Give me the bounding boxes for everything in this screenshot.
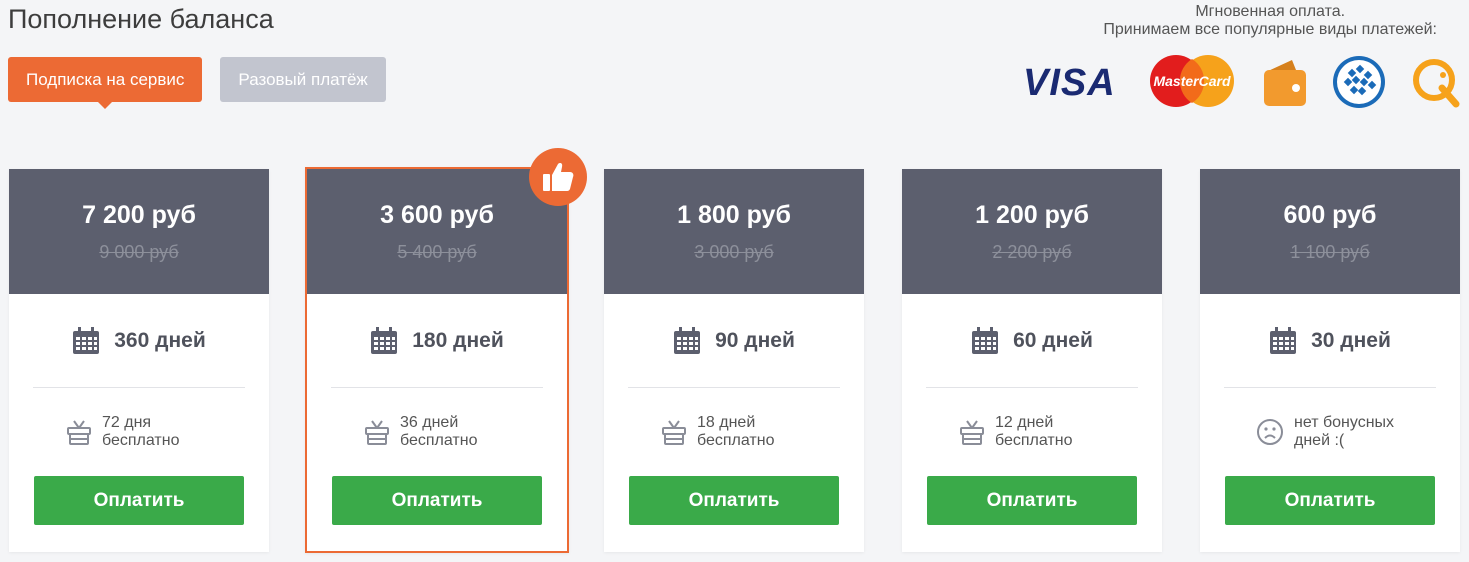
plan-bonus-text: 12 дней бесплатно (995, 414, 1073, 449)
gift-icon (67, 420, 91, 445)
calendar-icon (674, 326, 701, 354)
webmoney-icon (1332, 55, 1386, 109)
plan-price: 600 руб (1283, 201, 1377, 229)
pay-button[interactable]: Оплатить (34, 476, 244, 525)
plan-duration: 30 дней (1224, 294, 1436, 388)
tab-subscription[interactable]: Подписка на сервис (8, 57, 203, 109)
plan-days: 90 дней (715, 328, 795, 352)
plan-price: 1 200 руб (975, 201, 1089, 229)
plan-bonus-text: нет бонусных дней :( (1294, 414, 1395, 449)
plan-bonus-text: 18 дней бесплатно (697, 414, 775, 449)
visa-logo: VISA (1023, 62, 1116, 104)
plan-bonus: нет бонусных дней :( (1200, 388, 1460, 476)
plan-header: 600 руб 1 100 руб (1200, 169, 1460, 294)
plan-old-price: 1 100 руб (1290, 242, 1370, 262)
pay-button[interactable]: Оплатить (332, 476, 542, 525)
payment-info: Мгновенная оплата. Принимаем все популяр… (1103, 3, 1437, 39)
plan-duration: 360 дней (33, 294, 245, 388)
plan-header: 1 200 руб 2 200 руб (902, 169, 1162, 294)
plan-bonus: 12 дней бесплатно (902, 388, 1162, 476)
gift-icon (662, 420, 686, 445)
calendar-icon (972, 326, 999, 354)
thumbs-up-icon (529, 148, 587, 206)
pay-button[interactable]: Оплатить (629, 476, 839, 525)
plan-bonus-text: 36 дней бесплатно (400, 414, 478, 449)
plan-old-price: 2 200 руб (992, 242, 1072, 262)
calendar-icon (73, 326, 100, 354)
gift-icon (960, 420, 984, 445)
plan-duration: 180 дней (331, 294, 543, 388)
plan-days: 60 дней (1013, 328, 1093, 352)
mastercard-logo: MasterCard (1148, 54, 1236, 108)
plan-duration: 60 дней (926, 294, 1138, 388)
plan-old-price: 5 400 руб (397, 242, 477, 262)
plan-bonus: 36 дней бесплатно (307, 388, 567, 476)
payment-logos: VISA MasterCard (1020, 54, 1465, 110)
gift-icon (365, 420, 389, 445)
plan-bonus-text: 72 дня бесплатно (102, 414, 180, 449)
payment-info-line2: Принимаем все популярные виды платежей: (1103, 21, 1437, 38)
pay-button[interactable]: Оплатить (927, 476, 1137, 525)
plan-card: 1 200 руб 2 200 руб 60 дней 12 дней бесп… (902, 169, 1162, 552)
calendar-icon (1270, 326, 1297, 354)
plan-bonus: 18 дней бесплатно (604, 388, 864, 476)
sad-face-icon (1257, 419, 1283, 445)
plan-old-price: 3 000 руб (694, 242, 774, 262)
plan-price: 1 800 руб (677, 201, 791, 229)
mastercard-text: MasterCard (1153, 73, 1230, 89)
page-title: Пополнение баланса (8, 4, 274, 34)
tab-bar: Подписка на сервис Разовый платёж (8, 57, 386, 109)
tab-one-time-payment[interactable]: Разовый платёж (220, 57, 386, 102)
calendar-icon (371, 326, 398, 354)
plan-card: 600 руб 1 100 руб 30 дней нет бонусных д… (1200, 169, 1460, 552)
plan-bonus: 72 дня бесплатно (9, 388, 269, 476)
plan-header: 7 200 руб 9 000 руб (9, 169, 269, 294)
pay-button[interactable]: Оплатить (1225, 476, 1435, 525)
plan-card: 7 200 руб 9 000 руб 360 дней 72 дня бесп… (9, 169, 269, 552)
plan-old-price: 9 000 руб (99, 242, 179, 262)
plan-card: 1 800 руб 3 000 руб 90 дней 18 дней бесп… (604, 169, 864, 552)
plan-header: 1 800 руб 3 000 руб (604, 169, 864, 294)
qiwi-icon (1410, 56, 1462, 108)
wallet-icon (1260, 56, 1310, 108)
plan-duration: 90 дней (628, 294, 840, 388)
plan-card-featured: 3 600 руб 5 400 руб 180 дней 36 дней бес… (305, 167, 569, 553)
plan-price: 3 600 руб (380, 201, 494, 229)
plan-days: 360 дней (114, 328, 206, 352)
plan-header: 3 600 руб 5 400 руб (307, 169, 567, 294)
payment-info-line1: Мгновенная оплата. (1195, 3, 1346, 20)
plan-days: 30 дней (1311, 328, 1391, 352)
plan-days: 180 дней (412, 328, 504, 352)
plan-price: 7 200 руб (82, 201, 196, 229)
